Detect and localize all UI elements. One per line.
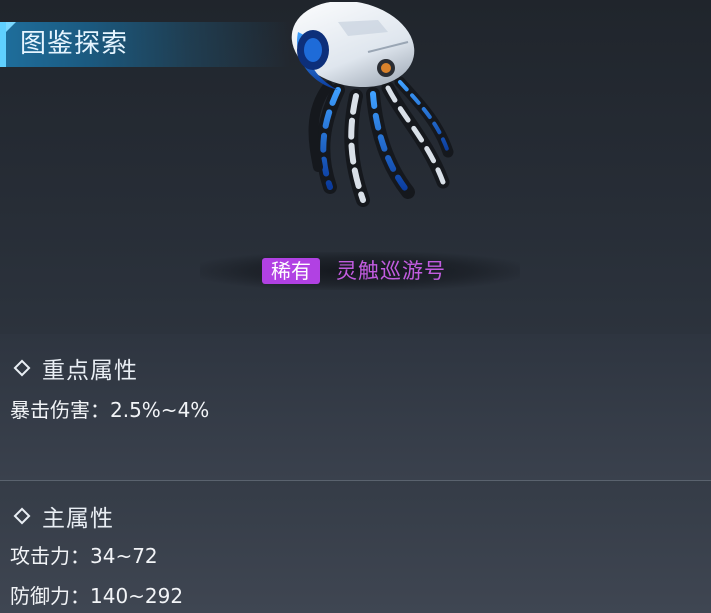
page-title: 图鉴探索	[20, 29, 129, 59]
banner-corner	[6, 22, 16, 32]
octopus-drone-icon	[291, 2, 454, 207]
diamond-icon	[13, 359, 31, 377]
item-name: 灵触巡游号	[336, 259, 446, 283]
stat-crit-damage: 暴击伤害：2.5%~4%	[10, 398, 210, 422]
rarity-badge: 稀有	[262, 258, 320, 284]
stat-defense: 防御力：140~292	[10, 584, 184, 608]
section-title: 重点属性	[42, 358, 138, 384]
main-attributes-header: 主属性	[12, 501, 114, 532]
section-title: 主属性	[42, 506, 114, 532]
key-attributes-header: 重点属性	[12, 353, 138, 384]
stat-attack: 攻击力：34~72	[10, 544, 158, 568]
diamond-icon	[13, 507, 31, 525]
